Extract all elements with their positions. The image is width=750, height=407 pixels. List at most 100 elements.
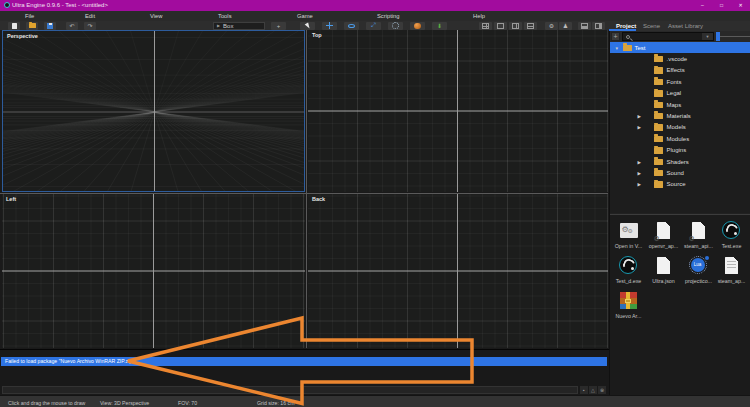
- file-test-d-exe[interactable]: Test_d.exe: [612, 254, 646, 288]
- viewport-back[interactable]: Back: [308, 194, 608, 348]
- layout-quad-button[interactable]: [479, 22, 492, 30]
- tree-item-models[interactable]: ▶ Models: [610, 122, 750, 133]
- expander-icon[interactable]: ▶: [638, 125, 641, 130]
- drop-arrow-icon: ⬇: [437, 22, 442, 29]
- open-button[interactable]: [26, 22, 38, 30]
- gears-app-icon: ⚙⚙: [619, 221, 639, 241]
- status-bar: Click and drag the mouse to draw View: 3…: [0, 395, 750, 407]
- folder-icon: [654, 170, 663, 177]
- tree-item-modules[interactable]: Modules: [610, 133, 750, 144]
- tree-item-test[interactable]: ▼ Test: [610, 42, 750, 53]
- viewport-top[interactable]: Top: [308, 30, 608, 192]
- folder-icon: [654, 90, 663, 97]
- expander-icon[interactable]: ▶: [638, 171, 641, 176]
- add-folder-button[interactable]: +: [611, 32, 620, 41]
- viewport-label: Perspective: [7, 33, 38, 39]
- tree-item-materials[interactable]: ▶ Materials: [610, 110, 750, 121]
- console-error-row[interactable]: Failed to load package "Nuevo Archivo Wi…: [1, 357, 607, 366]
- expander-icon[interactable]: ▶: [638, 114, 641, 119]
- toggle-console-button[interactable]: [578, 22, 591, 30]
- scale-tool-button[interactable]: ⤢: [366, 22, 381, 30]
- rotate-tool-button[interactable]: [344, 22, 359, 30]
- file-steam-api[interactable]: ⚙ steam_api...: [682, 219, 716, 253]
- minimize-button[interactable]: –: [693, 0, 712, 11]
- tree-item-maps[interactable]: Maps: [610, 99, 750, 110]
- viewport-splitter-vertical[interactable]: [306, 30, 307, 348]
- menu-tools[interactable]: Tools: [218, 13, 232, 19]
- menu-game[interactable]: Game: [297, 13, 313, 19]
- tab-scene[interactable]: Scene: [643, 23, 660, 29]
- tree-item-effects[interactable]: Effects: [610, 65, 750, 76]
- menu-scripting[interactable]: Scripting: [377, 13, 400, 19]
- tree-item-source[interactable]: ▶ Source: [610, 179, 750, 190]
- console-scrollbar[interactable]: [2, 386, 578, 394]
- undo-icon: ↶: [69, 23, 74, 29]
- doc-lines-icon: [722, 256, 742, 276]
- top-grid: [308, 30, 608, 192]
- expander-icon[interactable]: ▶: [638, 182, 641, 187]
- status-grid-size: Grid size: 16 cm: [257, 400, 294, 406]
- toggle-sidebar-button[interactable]: [592, 22, 605, 30]
- redo-button[interactable]: ↷: [84, 22, 96, 30]
- drop-tool-button[interactable]: ⬇: [432, 22, 447, 30]
- doc-icon: [654, 256, 674, 276]
- single-layout-icon: [497, 23, 504, 29]
- move-icon: [326, 22, 333, 29]
- file-test-exe[interactable]: Test.exe: [715, 219, 749, 253]
- expander-icon[interactable]: ▶: [638, 160, 641, 165]
- search-filter-dropdown[interactable]: ▼: [702, 33, 713, 41]
- console-panel: Failed to load package "Nuevo Archivo Wi…: [0, 349, 609, 395]
- thumbnail-size-slider[interactable]: [718, 36, 750, 37]
- material-tool-button[interactable]: [410, 22, 425, 30]
- tree-item-fonts[interactable]: Fonts: [610, 76, 750, 87]
- menu-edit[interactable]: Edit: [85, 13, 95, 19]
- messages-filter-icon[interactable]: ▪: [580, 386, 588, 394]
- file-openvr-api[interactable]: ⚙ openvr_ap...: [647, 219, 681, 253]
- thumbnail-size-slider-thumb[interactable]: [716, 32, 720, 41]
- select-tool-button[interactable]: [300, 22, 315, 30]
- gears-icon: ⚙: [549, 23, 554, 29]
- console-panel-icon: [581, 23, 588, 29]
- save-button[interactable]: [44, 22, 56, 30]
- tab-asset-library[interactable]: Asset Library: [668, 23, 703, 29]
- menu-help[interactable]: Help: [473, 13, 485, 19]
- layout-rows-button[interactable]: [524, 22, 537, 30]
- warnings-filter-icon[interactable]: △: [589, 386, 597, 394]
- toggle-objects-button[interactable]: ♟: [559, 22, 572, 30]
- errors-filter-icon[interactable]: ⊗: [598, 386, 606, 394]
- add-primitive-button[interactable]: +: [271, 22, 286, 30]
- folder-icon: [654, 113, 663, 120]
- doc-gear-icon: ⚙: [689, 221, 709, 241]
- close-button[interactable]: ✕: [731, 0, 750, 11]
- new-file-button[interactable]: [8, 22, 20, 30]
- folder-icon: [623, 45, 632, 52]
- status-fov: FOV: 70: [178, 400, 197, 406]
- file-ultra-json[interactable]: Ultra.json: [647, 254, 681, 288]
- tree-item-vscode[interactable]: .vscode: [610, 53, 750, 64]
- move-tool-button[interactable]: [322, 22, 337, 30]
- toggle-widgets-button[interactable]: ⚙: [545, 22, 558, 30]
- undo-button[interactable]: ↶: [66, 22, 78, 30]
- tree-item-shaders[interactable]: ▶ Shaders: [610, 156, 750, 167]
- file-open-in-v[interactable]: ⚙⚙ Open in V...: [612, 219, 646, 253]
- tree-item-plugins[interactable]: Plugins: [610, 145, 750, 156]
- primitive-dropdown-value: Box: [223, 23, 233, 29]
- layout-single-button[interactable]: [494, 22, 507, 30]
- maximize-button[interactable]: □: [712, 0, 731, 11]
- selection-sphere-button[interactable]: [388, 22, 403, 30]
- search-row: + ▼: [610, 31, 750, 42]
- viewport-label: Back: [312, 196, 325, 202]
- tree-item-sound[interactable]: ▶ Sound: [610, 167, 750, 178]
- menu-file[interactable]: File: [25, 13, 34, 19]
- viewport-perspective[interactable]: Perspective: [2, 30, 305, 192]
- file-steam-appid[interactable]: steam_ap...: [715, 254, 749, 288]
- expander-icon[interactable]: ▼: [615, 46, 619, 51]
- layout-columns-button[interactable]: [509, 22, 522, 30]
- tree-item-legal[interactable]: Legal: [610, 88, 750, 99]
- search-input[interactable]: ▼: [622, 32, 714, 41]
- file-nuevo-archivo-rar[interactable]: Nuevo Ar...: [612, 289, 646, 323]
- primitive-dropdown[interactable]: ▶ Box: [213, 22, 265, 30]
- viewport-left[interactable]: Left: [2, 194, 305, 348]
- menu-view[interactable]: View: [150, 13, 162, 19]
- file-projection-lua[interactable]: Lua projectico...: [682, 254, 716, 288]
